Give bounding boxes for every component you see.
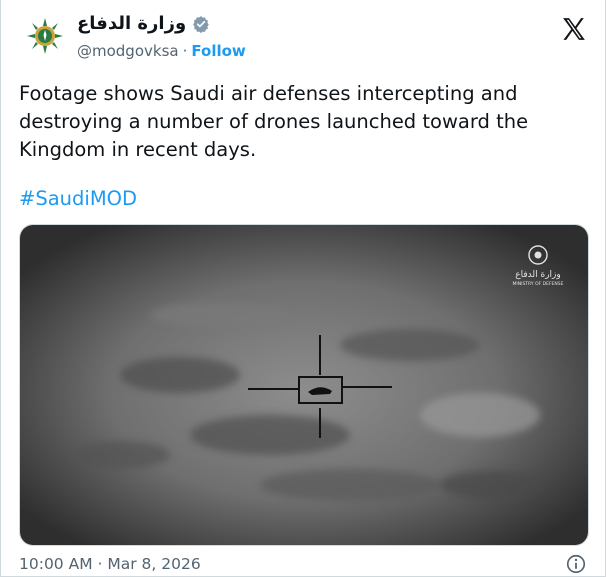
watermark-ar: وزارة الدفاع [515, 270, 561, 280]
watermark-en: MINISTRY OF DEFENSE [513, 281, 564, 287]
author-display-name-row: وزارة الدفاع [77, 12, 246, 36]
video-frame: وزارة الدفاع MINISTRY OF DEFENSE [20, 225, 588, 545]
tweet-footer: 10:00 AM · Mar 8, 2026 [19, 552, 587, 576]
tweet-card: وزارة الدفاع @modgovksa · Follow Footage s… [0, 0, 606, 577]
x-logo-icon[interactable] [561, 16, 587, 42]
author-handle[interactable]: @modgovksa [77, 42, 179, 60]
author-display-name[interactable]: وزارة الدفاع [77, 12, 186, 36]
ministry-emblem-icon [23, 14, 67, 58]
tweet-header: وزارة الدفاع @modgovksa · Follow [19, 12, 589, 64]
follow-button[interactable]: Follow [191, 42, 245, 60]
tweet-video[interactable]: وزارة الدفاع MINISTRY OF DEFENSE [19, 224, 589, 546]
tweet-text: Footage shows Saudi air defenses interce… [19, 82, 529, 161]
verified-badge-icon [193, 16, 209, 33]
author-names: وزارة الدفاع @modgovksa · Follow [77, 12, 246, 62]
info-icon[interactable] [565, 553, 587, 575]
avatar[interactable] [23, 14, 67, 58]
separator-dot: · [182, 42, 188, 60]
handle-row: @modgovksa · Follow [77, 40, 246, 62]
hashtag-link[interactable]: #SaudiMOD [19, 185, 137, 213]
tweet-timestamp[interactable]: 10:00 AM · Mar 8, 2026 [19, 555, 201, 573]
